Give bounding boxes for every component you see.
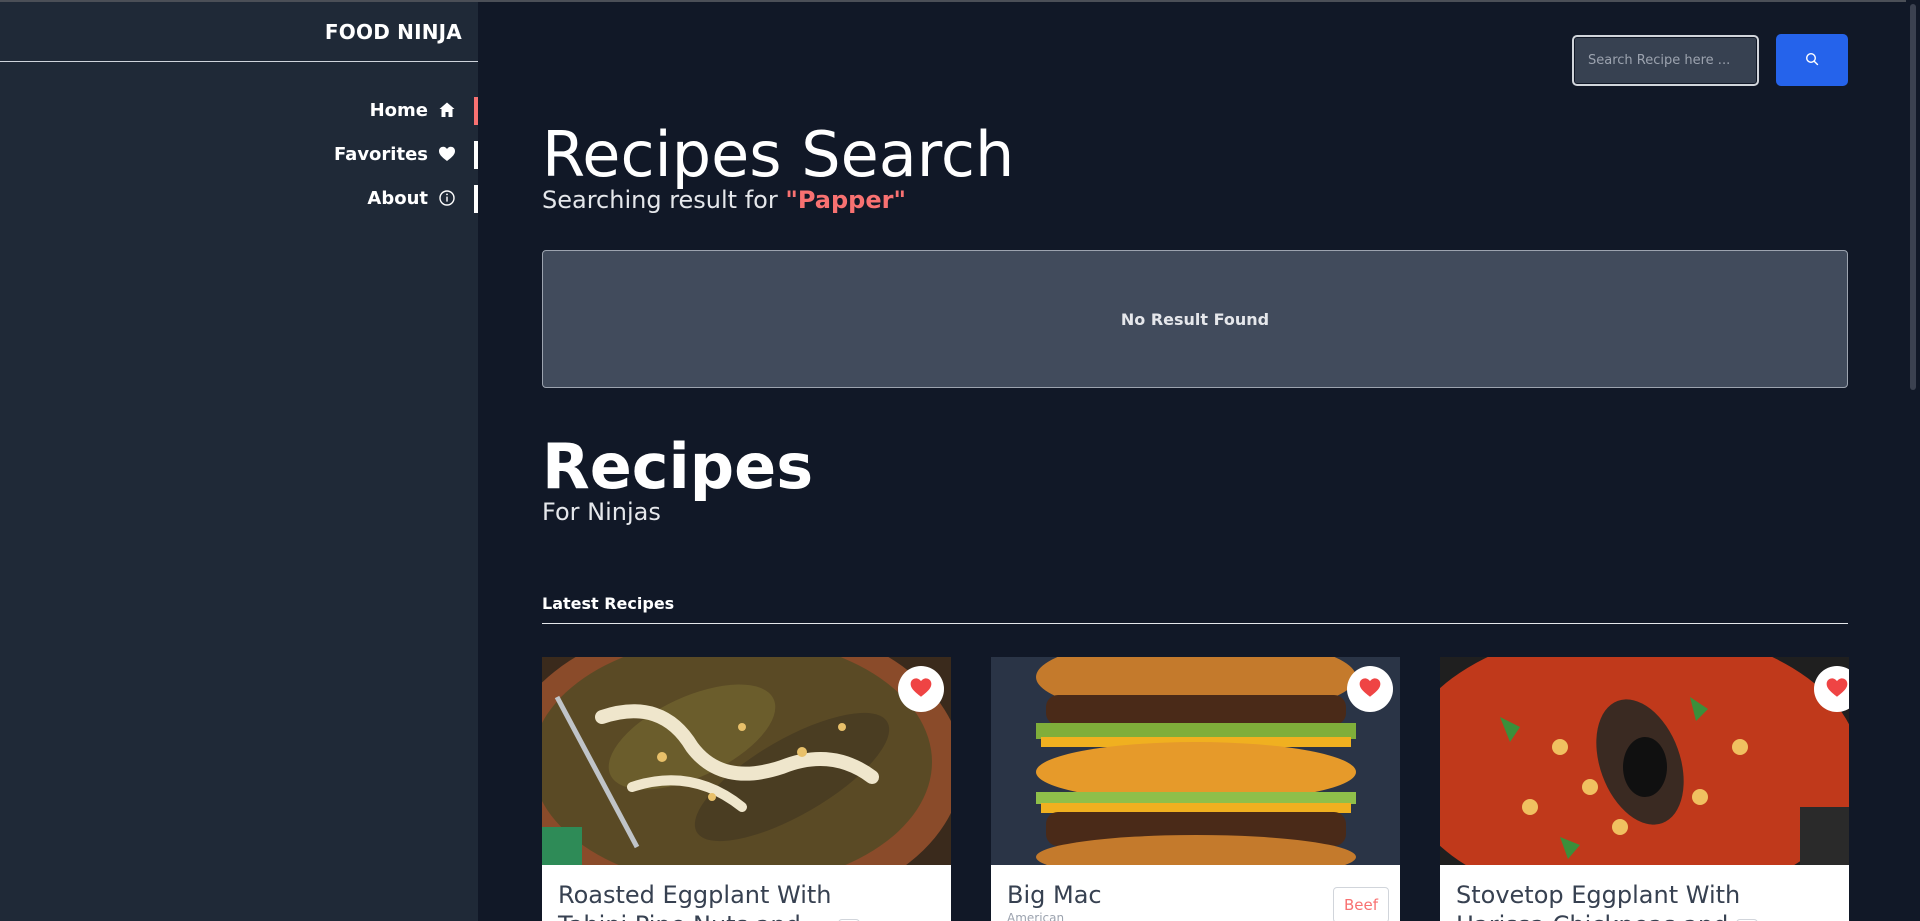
recipe-cuisine: American xyxy=(1007,911,1065,921)
no-result-panel: No Result Found xyxy=(542,250,1848,388)
sidebar-item-label: Home xyxy=(369,99,428,121)
search-results-title: Recipes Search xyxy=(542,118,1015,191)
section-divider xyxy=(542,623,1848,624)
latest-recipes-label: Latest Recipes xyxy=(542,594,675,613)
sidebar-item-favorites[interactable]: Favorites xyxy=(178,141,478,169)
heart-icon xyxy=(1358,676,1382,702)
no-result-message: No Result Found xyxy=(1120,309,1270,329)
search-subtitle-prefix: Searching result for xyxy=(542,186,786,214)
info-icon xyxy=(438,189,456,207)
brand-logo[interactable]: FOOD NINJA xyxy=(325,20,462,44)
sidebar-item-label: About xyxy=(367,187,428,209)
home-icon xyxy=(438,101,456,119)
recipe-card[interactable]: Roasted Eggplant With Tahini Pine Nuts a… xyxy=(542,657,951,921)
category-badge[interactable]: Beef xyxy=(1333,887,1390,921)
nav-indicator xyxy=(474,141,478,169)
sidebar: FOOD NINJA Home Favorites About xyxy=(0,2,478,921)
sidebar-item-label: Favorites xyxy=(333,143,428,165)
sidebar-nav: Home Favorites About xyxy=(178,97,478,229)
recipes-title: Recipes xyxy=(542,430,814,503)
nav-indicator xyxy=(474,185,478,213)
favorite-button[interactable] xyxy=(1347,666,1393,712)
search-button[interactable] xyxy=(1776,34,1848,86)
scrollbar-thumb[interactable] xyxy=(1910,4,1916,390)
recipe-card[interactable]: Big Mac American Beef xyxy=(991,657,1400,921)
search-icon xyxy=(1805,52,1819,69)
search-input[interactable] xyxy=(1572,35,1759,86)
search-results-subtitle: Searching result for "Papper" xyxy=(542,186,906,214)
recipe-title[interactable]: Stovetop Eggplant With xyxy=(1456,881,1740,909)
sidebar-item-about[interactable]: About xyxy=(178,185,478,213)
active-indicator xyxy=(474,97,478,125)
heart-icon xyxy=(909,676,933,702)
favorite-button[interactable] xyxy=(898,666,944,712)
recipe-image[interactable] xyxy=(542,657,951,865)
recipe-title[interactable]: Big Mac xyxy=(1007,881,1102,909)
sidebar-item-home[interactable]: Home xyxy=(178,97,478,125)
recipe-title[interactable]: Roasted Eggplant With xyxy=(558,881,832,909)
heart-icon xyxy=(438,145,456,163)
heart-icon xyxy=(1825,676,1849,702)
recipe-card[interactable]: Stovetop Eggplant With Harissa Chickpeas… xyxy=(1440,657,1849,921)
recipe-title-continued: Harissa Chickpeas and xyxy=(1456,911,1728,921)
recipes-subtitle: For Ninjas xyxy=(542,498,661,526)
brand-divider xyxy=(0,61,478,62)
recipe-image[interactable] xyxy=(1440,657,1849,865)
recipe-image[interactable] xyxy=(991,657,1400,865)
search-query: "Papper" xyxy=(785,186,906,214)
recipe-title-continued: Tahini Pine Nuts and xyxy=(558,911,801,921)
